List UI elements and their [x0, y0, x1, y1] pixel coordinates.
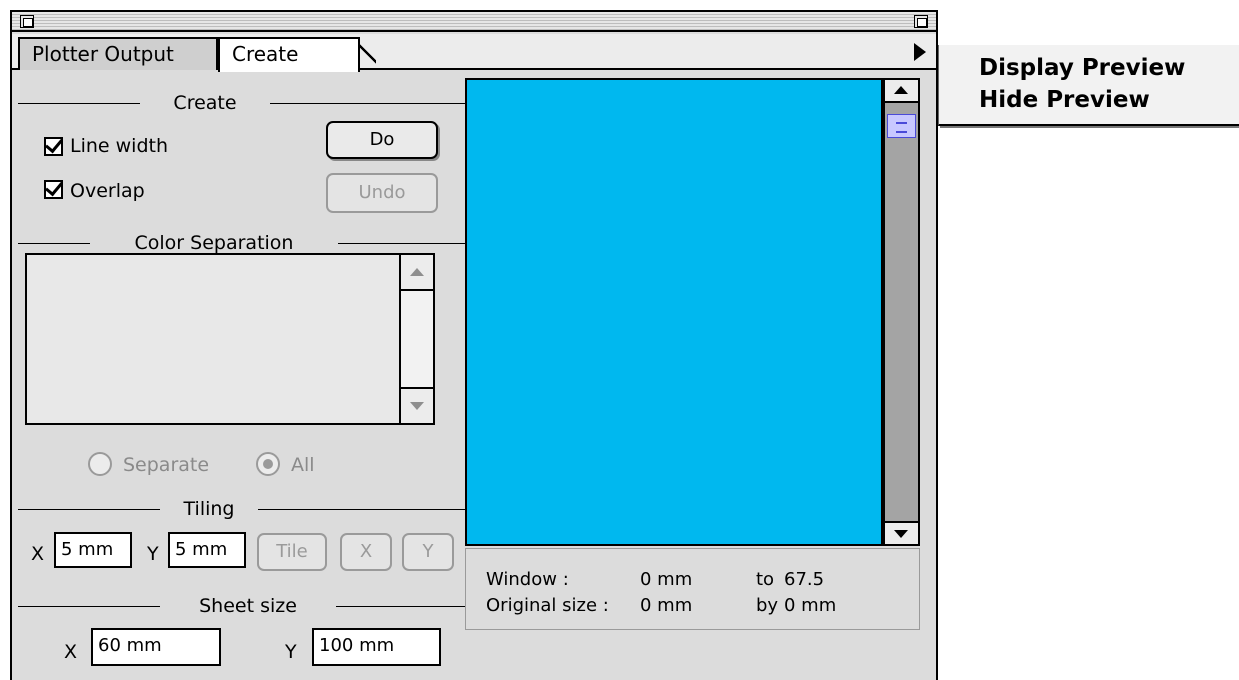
window-titlebar[interactable]	[12, 12, 936, 32]
do-button[interactable]: Do	[326, 121, 438, 159]
all-label: All	[291, 454, 315, 476]
color-separation-header: Color Separation	[18, 232, 465, 254]
color-separation-list[interactable]	[25, 253, 435, 425]
separate-radio[interactable]	[88, 452, 112, 476]
create-section-title: Create	[140, 92, 270, 114]
sheet-y-field[interactable]: 100 mm	[312, 628, 441, 666]
sheet-x-label: X	[64, 641, 78, 663]
all-radio[interactable]	[256, 452, 280, 476]
sheet-x-field[interactable]: 60 mm	[91, 628, 221, 666]
tiling-x-label: X	[31, 543, 45, 565]
overlap-checkbox[interactable]	[44, 180, 63, 199]
sheet-size-title: Sheet size	[160, 595, 336, 617]
preview-popup-menu: Display Preview Hide Preview	[938, 45, 1239, 126]
scroll-up-arrow-icon[interactable]	[885, 80, 918, 103]
sheet-size-header: Sheet size	[18, 595, 465, 617]
scroll-thumb[interactable]	[887, 114, 916, 138]
tiling-header: Tiling	[18, 498, 465, 520]
tile-y-button[interactable]: Y	[402, 533, 454, 571]
original-by-label: by	[756, 595, 779, 616]
tile-x-button[interactable]: X	[340, 533, 392, 571]
tiling-x-field[interactable]: 5 mm	[54, 532, 132, 568]
window-to-label: to	[756, 569, 775, 590]
tab-bar: Plotter Output Create	[12, 34, 936, 72]
window-to-value: 67.5	[784, 569, 825, 590]
menu-item-display-preview[interactable]: Display Preview	[979, 55, 1185, 81]
close-box-icon[interactable]	[20, 15, 34, 28]
tiling-title: Tiling	[160, 498, 258, 520]
undo-button[interactable]: Undo	[326, 173, 438, 213]
sheet-y-label: Y	[285, 641, 297, 663]
tab-create[interactable]: Create	[218, 37, 376, 72]
original-size-value: 0 mm	[640, 595, 693, 616]
color-separation-title: Color Separation	[90, 232, 338, 254]
zoom-box-icon[interactable]	[914, 15, 928, 28]
window-value: 0 mm	[640, 569, 693, 590]
menu-item-hide-preview[interactable]: Hide Preview	[979, 87, 1150, 113]
popup-menu-arrow-icon[interactable]	[904, 36, 934, 68]
tile-button[interactable]: Tile	[257, 533, 327, 571]
line-width-label: Line width	[70, 135, 169, 157]
tab-plotter-output[interactable]: Plotter Output	[18, 37, 234, 70]
scroll-down-arrow-icon[interactable]	[885, 521, 918, 544]
separate-label: Separate	[123, 454, 210, 476]
preview-canvas[interactable]	[465, 78, 883, 546]
tiling-y-label: Y	[147, 543, 159, 565]
color-separation-scrollbar[interactable]	[399, 255, 433, 423]
scroll-up-arrow-icon[interactable]	[401, 255, 433, 291]
preview-info-panel: Window : 0 mm to 67.5 Original size : 0 …	[465, 548, 920, 630]
scroll-down-arrow-icon[interactable]	[401, 387, 433, 423]
window-label: Window :	[486, 569, 569, 590]
tiling-y-field[interactable]: 5 mm	[168, 532, 246, 568]
overlap-label: Overlap	[70, 180, 145, 202]
line-width-checkbox[interactable]	[44, 137, 63, 156]
original-by-value: 0 mm	[784, 595, 837, 616]
create-section-header: Create	[18, 92, 465, 114]
original-size-label: Original size :	[486, 595, 609, 616]
preview-vertical-scrollbar[interactable]	[883, 78, 920, 546]
